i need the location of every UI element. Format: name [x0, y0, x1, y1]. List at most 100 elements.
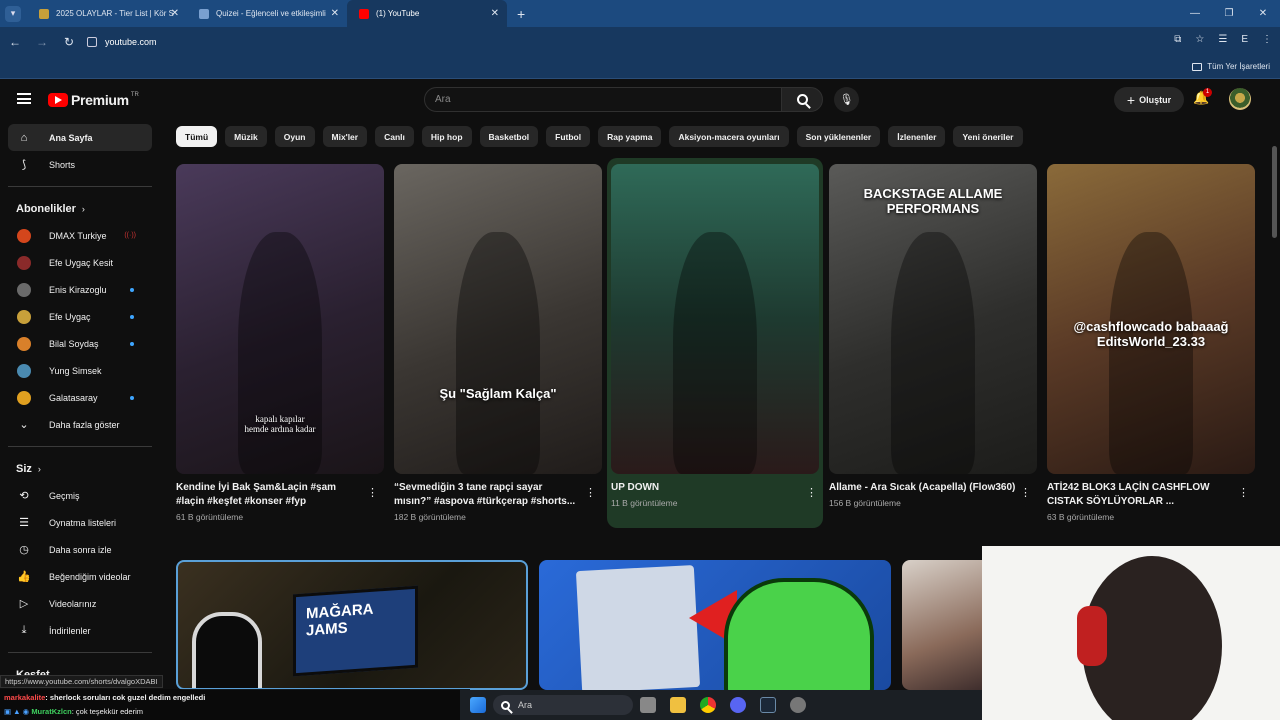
forward-arrow-icon[interactable]: →	[30, 35, 54, 49]
settings-gear-icon[interactable]	[790, 697, 806, 713]
filter-chip[interactable]: Tümü	[176, 126, 218, 147]
minimize-icon[interactable]: —	[1178, 8, 1212, 19]
short-thumbnail[interactable]	[611, 164, 819, 474]
short-thumbnail[interactable]: kapalı kapılar hemde ardına kadar	[176, 164, 384, 474]
sidebar-item-you[interactable]: ☰ Oynatma listeleri	[8, 509, 152, 536]
show-more-button[interactable]: ⌄ Daha fazla göster	[8, 411, 152, 438]
all-bookmarks-button[interactable]: Tüm Yer İşaretleri	[1192, 62, 1270, 71]
voice-search-mic-icon[interactable]: 🎙	[834, 87, 859, 112]
tab-search-chevron-icon[interactable]: ▾	[5, 5, 21, 22]
search-button[interactable]	[781, 87, 823, 112]
sidebar-item-shorts[interactable]: ⟆ Shorts	[8, 151, 152, 178]
steam-icon[interactable]	[760, 697, 776, 713]
filter-chip[interactable]: Basketbol	[479, 126, 539, 147]
sidebar-item-home[interactable]: ⌂ Ana Sayfa	[8, 124, 152, 151]
discord-icon[interactable]	[730, 697, 746, 713]
create-button[interactable]: + Oluştur	[1114, 87, 1184, 112]
new-tab-plus-icon[interactable]: +	[517, 6, 525, 22]
chevron-down-icon: ⌄	[19, 419, 29, 431]
video-thumbnail[interactable]	[539, 560, 891, 690]
sidebar-item-subscription[interactable]: Bilal Soydaş	[8, 330, 152, 357]
more-options-icon[interactable]: ⋮	[1238, 486, 1249, 499]
short-thumbnail[interactable]: @cashflowcado babaaağ EditsWorld_23.33	[1047, 164, 1255, 474]
close-tab-icon[interactable]: ✕	[171, 8, 179, 19]
sidebar-item-you[interactable]: ◷ Daha sonra izle	[8, 536, 152, 563]
sidebar-item-you[interactable]: ⟲ Geçmiş	[8, 482, 152, 509]
filter-chip[interactable]: Canlı	[375, 126, 414, 147]
short-thumbnail[interactable]: Şu "Sağlam Kalça"	[394, 164, 602, 474]
chat-message: ▣ ▲ ◉ MuratKzlcn: çok teşekkür ederim	[4, 705, 466, 719]
subscriptions-heading[interactable]: Abonelikler ›	[0, 195, 160, 222]
account-avatar[interactable]	[1229, 88, 1251, 110]
sidebar-item-you[interactable]: 👍 Beğendiğim videolar	[8, 563, 152, 590]
video-thumbnail[interactable]: MAĞARA JAMS	[176, 560, 528, 690]
short-card[interactable]: @cashflowcado babaaağ EditsWorld_23.33 AT…	[1047, 164, 1255, 522]
filter-chip[interactable]: Hip hop	[421, 126, 472, 147]
video-thumbnail[interactable]	[902, 560, 992, 690]
restore-icon[interactable]: ❐	[1212, 8, 1246, 19]
short-card[interactable]: Şu "Sağlam Kalça" “Sevmediğin 3 tane rapç…	[394, 164, 602, 522]
sidebar-item-label: Efe Uygaç Kesit	[49, 257, 114, 268]
site-info-icon[interactable]	[87, 37, 97, 47]
sidebar-item-you[interactable]: ▷ Videolarınız	[8, 590, 152, 617]
short-title[interactable]: Kendine İyi Bak Şam&Laçin #şam #laçin #k…	[176, 481, 384, 509]
filter-chip[interactable]: Son yüklenenler	[796, 126, 881, 147]
filter-chip[interactable]: Futbol	[546, 126, 591, 147]
tab-youtube[interactable]: (1) YouTube ✕	[347, 0, 507, 27]
you-heading[interactable]: Siz ›	[0, 455, 160, 482]
more-options-icon[interactable]: ⋮	[806, 486, 817, 499]
sidebar-item-subscription[interactable]: Efe Uygaç	[8, 303, 152, 330]
sidebar-item-subscription[interactable]: Galatasaray	[8, 384, 152, 411]
filter-chip[interactable]: Müzik	[225, 126, 267, 147]
task-view-icon[interactable]	[640, 697, 656, 713]
more-options-icon[interactable]: ⋮	[585, 486, 596, 499]
page-scrollbar[interactable]	[1272, 146, 1277, 238]
filter-chip[interactable]: Mix'ler	[322, 126, 368, 147]
reload-icon[interactable]: ↻	[57, 35, 81, 49]
sidebar-item-you[interactable]: ⤓ İndirilenler	[8, 617, 152, 644]
tab-quizei[interactable]: Quizei - Eğlenceli ve etkileşimli ✕	[187, 0, 347, 27]
more-options-icon[interactable]: ⋮	[367, 486, 378, 499]
taskbar-search[interactable]: Ara	[493, 695, 633, 715]
bookmark-star-icon[interactable]: ☆	[1195, 34, 1204, 45]
filter-chip[interactable]: Yeni öneriler	[953, 126, 1023, 147]
sidebar-item-subscription[interactable]: Yung Simsek	[8, 357, 152, 384]
person-silhouette	[238, 232, 322, 474]
sidebar-item-subscription[interactable]: DMAX Turkiye ((·))	[8, 222, 152, 249]
filter-chip[interactable]: İzlenenler	[888, 126, 946, 147]
short-title[interactable]: ATİ242 BLOK3 LAÇİN CASHFLOW CISTAK SÖYLÜ…	[1047, 481, 1255, 509]
short-card[interactable]: UP DOWN 11 B görüntüleme ⋮	[607, 158, 823, 528]
file-explorer-icon[interactable]	[670, 697, 686, 713]
youtube-premium-logo[interactable]: Premium TR	[48, 92, 139, 108]
reading-list-icon[interactable]: ☰	[1218, 34, 1227, 45]
new-content-dot	[130, 396, 134, 400]
short-card[interactable]: kapalı kapılar hemde ardına kadar Kendine…	[176, 164, 384, 522]
cast-icon[interactable]: ⧉	[1174, 34, 1181, 45]
search-input[interactable]: Ara	[424, 87, 782, 112]
short-card[interactable]: BACKSTAGE ALLAME PERFORMANS Allame - Ara …	[829, 164, 1037, 508]
sidebar-item-subscription[interactable]: Enis Kirazoglu	[8, 276, 152, 303]
short-title[interactable]: “Sevmediğin 3 tane rapçi sayar mısın?” #…	[394, 481, 602, 509]
filter-chip[interactable]: Aksiyon-macera oyunları	[669, 126, 789, 147]
sidebar-item-subscription[interactable]: Efe Uygaç Kesit	[8, 249, 152, 276]
chrome-icon[interactable]	[700, 697, 716, 713]
filter-chip[interactable]: Oyun	[274, 126, 315, 147]
close-tab-icon[interactable]: ✕	[331, 8, 339, 19]
hamburger-menu-icon[interactable]	[17, 93, 31, 104]
browser-menu-icon[interactable]: ⋮	[1262, 34, 1272, 45]
filter-chip[interactable]: Rap yapma	[598, 126, 662, 147]
windows-start-icon[interactable]	[470, 697, 486, 713]
url-field[interactable]: youtube.com	[80, 31, 1200, 53]
tab-tier-list[interactable]: 2025 OLAYLAR - Tier List | Kör S ✕	[27, 0, 187, 27]
short-thumbnail[interactable]: BACKSTAGE ALLAME PERFORMANS	[829, 164, 1037, 474]
more-options-icon[interactable]: ⋮	[1020, 486, 1031, 499]
new-content-dot	[130, 315, 134, 319]
short-title[interactable]: Allame - Ara Sıcak (Acapella) (Flow360)	[829, 481, 1037, 495]
window-close-icon[interactable]: ✕	[1246, 8, 1280, 19]
close-tab-icon[interactable]: ✕	[491, 8, 499, 19]
back-arrow-icon[interactable]: ←	[3, 35, 27, 49]
short-title[interactable]: UP DOWN	[611, 481, 823, 495]
channel-avatar	[17, 255, 31, 270]
thumbnail-overlay-text: BACKSTAGE ALLAME PERFORMANS	[863, 186, 1003, 216]
profile-icon[interactable]: E	[1241, 34, 1248, 45]
